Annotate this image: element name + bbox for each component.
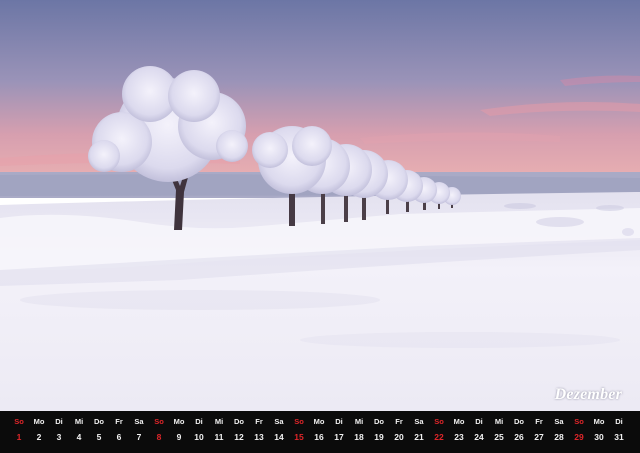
weekday-label: Di <box>615 417 623 426</box>
date-number: 21 <box>414 432 424 442</box>
weekday-label: Fr <box>115 417 123 426</box>
date-number: 30 <box>594 432 604 442</box>
date-number: 6 <box>116 432 122 442</box>
weekday-label: Mo <box>313 417 325 426</box>
weekday-label: So <box>14 417 24 426</box>
weekday-label: Di <box>55 417 63 426</box>
weekday-label: Mo <box>33 417 45 426</box>
weekday-label: Mi <box>214 417 224 426</box>
weekday-label: Di <box>335 417 343 426</box>
weekday-label: Mo <box>173 417 185 426</box>
weekday-label: Do <box>374 417 384 426</box>
weekday-label: Di <box>475 417 483 426</box>
date-number: 26 <box>514 432 524 442</box>
date-number: 1 <box>16 432 22 442</box>
weekday-label: Di <box>195 417 203 426</box>
date-number: 25 <box>494 432 504 442</box>
date-number: 12 <box>234 432 244 442</box>
weekday-label: Do <box>514 417 524 426</box>
weekday-label: Mi <box>74 417 84 426</box>
date-number: 27 <box>534 432 544 442</box>
weekday-label: Fr <box>255 417 263 426</box>
weekday-label: So <box>154 417 164 426</box>
month-title: Dezember <box>554 386 622 403</box>
date-number: 10 <box>194 432 204 442</box>
date-number: 2 <box>36 432 42 442</box>
date-number: 20 <box>394 432 404 442</box>
date-row: 1 2 3 4 5 6 7 8 9 10 11 12 13 14 15 16 17 18 19 20 21 22 23 24 2… <box>0 430 640 444</box>
date-number: 28 <box>554 432 564 442</box>
weekday-label: Mi <box>494 417 504 426</box>
date-number: 4 <box>76 432 82 442</box>
weekday-label: So <box>434 417 444 426</box>
date-number: 9 <box>176 432 182 442</box>
date-number: 14 <box>274 432 284 442</box>
weekday-label: Sa <box>414 417 424 426</box>
date-number: 8 <box>156 432 162 442</box>
winter-landscape-photo <box>0 0 640 411</box>
weekday-label: Sa <box>274 417 284 426</box>
date-number: 18 <box>354 432 364 442</box>
weekday-label: Fr <box>395 417 403 426</box>
date-number: 17 <box>334 432 344 442</box>
date-number: 7 <box>136 432 142 442</box>
date-number: 22 <box>434 432 444 442</box>
date-number: 15 <box>294 432 304 442</box>
date-number: 3 <box>56 432 62 442</box>
date-number: 29 <box>574 432 584 442</box>
weekday-label: Do <box>234 417 244 426</box>
date-number: 5 <box>96 432 102 442</box>
date-number: 16 <box>314 432 324 442</box>
calendar-strip: So Mo Di Mi Do Fr Sa So Mo Di Mi Do Fr Sa So Mo Di Mi Do Fr… <box>0 411 640 453</box>
weekday-row: So Mo Di Mi Do Fr Sa So Mo Di Mi Do Fr Sa So Mo Di Mi Do Fr… <box>0 416 640 430</box>
weekday-label: Do <box>94 417 104 426</box>
weekday-label: Mo <box>593 417 605 426</box>
weekday-label: Mo <box>453 417 465 426</box>
date-number: 23 <box>454 432 464 442</box>
weekday-label: Mi <box>354 417 364 426</box>
weekday-label: So <box>294 417 304 426</box>
date-number: 11 <box>214 432 224 442</box>
weekday-label: Sa <box>134 417 144 426</box>
date-number: 13 <box>254 432 264 442</box>
date-number: 31 <box>614 432 624 442</box>
weekday-label: So <box>574 417 584 426</box>
calendar-page: Dezember So Mo Di Mi Do Fr Sa So Mo Di Mi Do Fr Sa So M… <box>0 0 640 453</box>
weekday-label: Fr <box>535 417 543 426</box>
date-number: 24 <box>474 432 484 442</box>
date-number: 19 <box>374 432 384 442</box>
weekday-label: Sa <box>554 417 564 426</box>
